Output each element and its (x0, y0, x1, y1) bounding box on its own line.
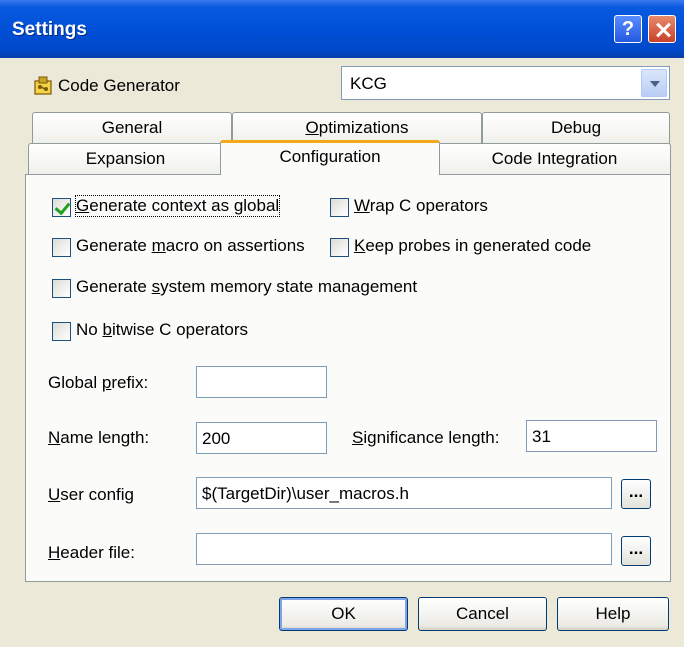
code-generator-icon (34, 76, 52, 95)
close-icon (655, 22, 671, 38)
tab-debug[interactable]: Debug (482, 112, 670, 144)
user-config-input[interactable]: $(TargetDir)\user_macros.h (196, 477, 612, 509)
tab-configuration[interactable]: Configuration (220, 140, 440, 175)
generate-context-global-label[interactable]: Generate context as global (74, 195, 281, 217)
ok-button[interactable]: OK (279, 597, 408, 631)
name-length-input[interactable]: 200 (196, 422, 327, 454)
code-generator-label: Code Generator (58, 76, 180, 95)
code-generator-value: KCG (350, 74, 387, 93)
global-prefix-input[interactable] (196, 366, 327, 398)
wrap-c-operators-label[interactable]: Wrap C operators (354, 196, 488, 216)
keep-probes-label[interactable]: Keep probes in generated code (354, 236, 591, 256)
significance-length-input[interactable]: 31 (526, 420, 657, 452)
header-file-browse-button[interactable]: ... (621, 536, 651, 566)
close-button[interactable] (648, 15, 676, 43)
name-length-label: Name length: (48, 428, 150, 447)
chevron-down-icon[interactable] (641, 69, 667, 97)
header-file-label: Header file: (48, 543, 135, 562)
no-bitwise-label[interactable]: No bitwise C operators (76, 320, 248, 340)
question-mark-icon: ? (621, 18, 635, 40)
system-memory-state-checkbox[interactable] (52, 279, 71, 298)
keep-probes-checkbox[interactable] (330, 238, 349, 257)
generate-macro-assertions-checkbox[interactable] (52, 238, 71, 257)
generate-context-global-checkbox[interactable] (52, 198, 71, 217)
cancel-button[interactable]: Cancel (418, 597, 547, 631)
generate-macro-assertions-label[interactable]: Generate macro on assertions (76, 236, 305, 256)
user-config-browse-button[interactable]: ... (621, 479, 651, 509)
tab-general[interactable]: General (32, 112, 232, 144)
tab-code-integration[interactable]: Code Integration (438, 143, 671, 175)
significance-length-label: Significance length: (352, 428, 500, 447)
help-button[interactable]: Help (557, 597, 669, 631)
code-generator-select[interactable]: KCG (341, 66, 670, 100)
system-memory-state-label[interactable]: Generate system memory state management (76, 277, 417, 297)
tab-expansion[interactable]: Expansion (28, 143, 223, 175)
header-file-input[interactable] (196, 533, 612, 565)
title-bar: Settings ? (0, 0, 684, 58)
window-title: Settings (12, 19, 87, 40)
configuration-panel: Generate context as global Wrap C operat… (25, 174, 671, 582)
user-config-label: User config (48, 485, 134, 504)
no-bitwise-checkbox[interactable] (52, 322, 71, 341)
wrap-c-operators-checkbox[interactable] (330, 198, 349, 217)
help-title-button[interactable]: ? (614, 15, 642, 43)
global-prefix-label: Global prefix: (48, 373, 149, 392)
